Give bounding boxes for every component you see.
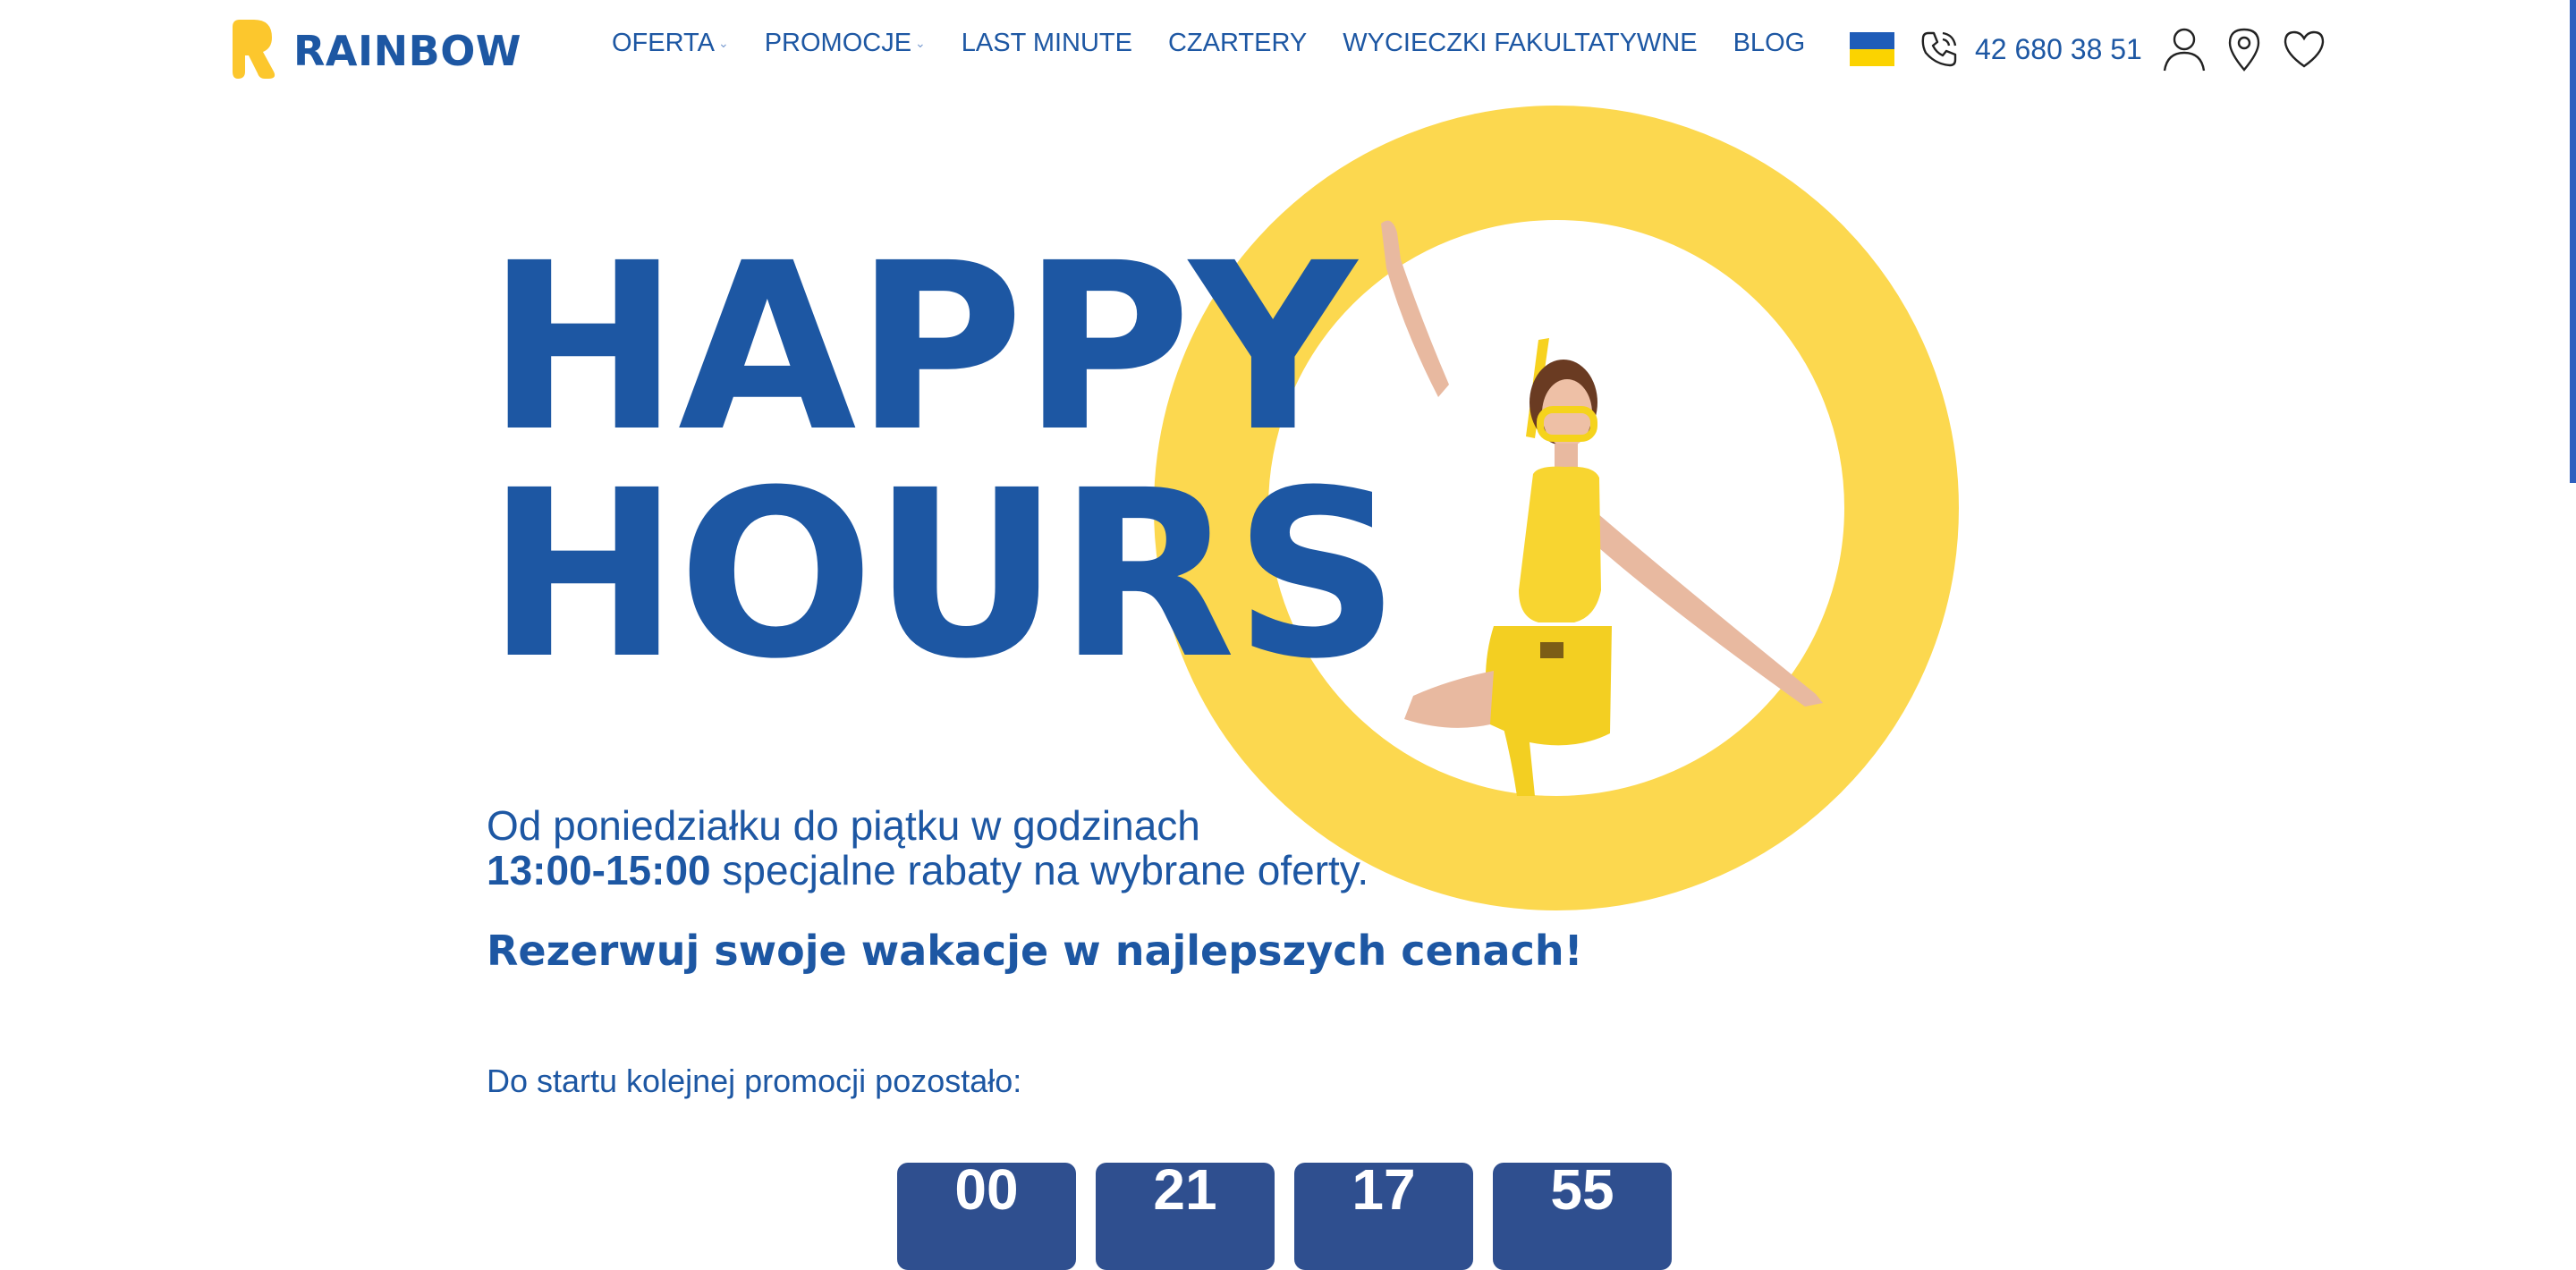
- countdown-seconds: 55: [1493, 1163, 1672, 1270]
- nav-item-last-minute[interactable]: LAST MINUTE: [962, 29, 1132, 58]
- nav-label: CZARTERY: [1167, 29, 1308, 57]
- nav-item-czartery[interactable]: CZARTERY: [1168, 29, 1307, 58]
- countdown-value: 21: [1153, 1163, 1217, 1222]
- headline-line-2: HOURS: [487, 441, 1400, 709]
- nav-label: WYCIECZKI FAKULTATYWNE: [1343, 29, 1698, 57]
- nav-label: PROMOCJE: [764, 29, 912, 57]
- countdown-days: 00: [897, 1163, 1076, 1270]
- phone-icon[interactable]: [1918, 28, 1961, 71]
- heart-icon[interactable]: [2282, 29, 2326, 70]
- rainbow-logo-mark-icon: [233, 20, 275, 79]
- site-header: RAINBOW OFERTA ⌄ PROMOCJE ⌄ LAST MINUTE …: [0, 0, 2576, 98]
- hero-description: Od poniedziałku do piątku w godzinach 13…: [487, 803, 1368, 893]
- chevron-down-icon: ⌄: [717, 36, 729, 50]
- brand-name: RAINBOW: [293, 27, 522, 75]
- countdown-value: 00: [954, 1163, 1019, 1222]
- nav-item-wycieczki-fakultatywne[interactable]: WYCIECZKI FAKULTATYWNE: [1343, 29, 1697, 58]
- scrollbar[interactable]: [2570, 0, 2576, 483]
- countdown-minutes: 17: [1294, 1163, 1473, 1270]
- hero-cta-text: Rezerwuj swoje wakacje w najlepszych cen…: [487, 927, 1583, 975]
- user-icon[interactable]: [2162, 26, 2207, 72]
- nav-item-oferta[interactable]: OFERTA ⌄: [612, 29, 729, 58]
- nav-label: BLOG: [1733, 29, 1806, 57]
- countdown-hours: 21: [1096, 1163, 1275, 1270]
- ukraine-flag-icon[interactable]: [1850, 32, 1894, 66]
- countdown-value: 55: [1550, 1163, 1614, 1222]
- header-tools: 42 680 38 51: [1850, 21, 2346, 77]
- chevron-down-icon: ⌄: [915, 36, 926, 50]
- description-rest: specjalne rabaty na wybrane oferty.: [710, 847, 1369, 893]
- location-pin-icon[interactable]: [2226, 26, 2262, 72]
- countdown-value: 17: [1352, 1163, 1416, 1222]
- nav-label: LAST MINUTE: [961, 29, 1132, 57]
- hero-headline: HAPPY HOURS: [487, 214, 1400, 709]
- promo-hours: 13:00-15:00: [487, 847, 711, 893]
- headline-line-1: HAPPY: [487, 214, 1357, 482]
- countdown-timer: 00 21 17 55: [897, 1163, 1691, 1270]
- countdown-label: Do startu kolejnej promocji pozostało:: [487, 1063, 1022, 1099]
- nav-item-promocje[interactable]: PROMOCJE ⌄: [765, 29, 926, 58]
- description-line-1: Od poniedziałku do piątku w godzinach: [487, 802, 1200, 849]
- nav-item-blog[interactable]: BLOG: [1733, 29, 1806, 58]
- main-nav: OFERTA ⌄ PROMOCJE ⌄ LAST MINUTE CZARTERY…: [612, 29, 1841, 58]
- nav-label: OFERTA: [612, 29, 715, 57]
- phone-number[interactable]: 42 680 38 51: [1975, 33, 2142, 66]
